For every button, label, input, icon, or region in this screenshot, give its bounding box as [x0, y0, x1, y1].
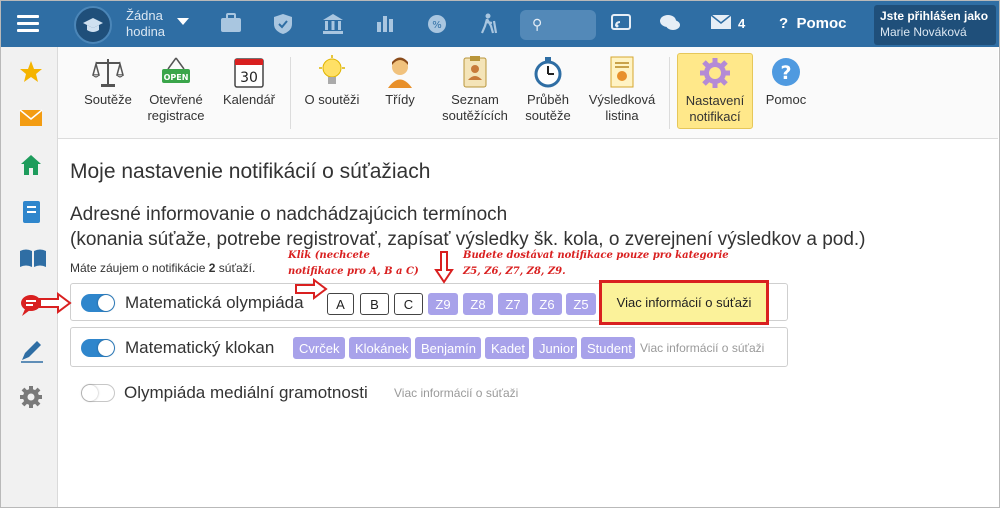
- annotation-arrows: [39, 251, 454, 314]
- arrow-to-z9: [434, 251, 454, 284]
- arrow-to-toggle: [39, 292, 72, 314]
- arrow-to-categories: [295, 278, 328, 300]
